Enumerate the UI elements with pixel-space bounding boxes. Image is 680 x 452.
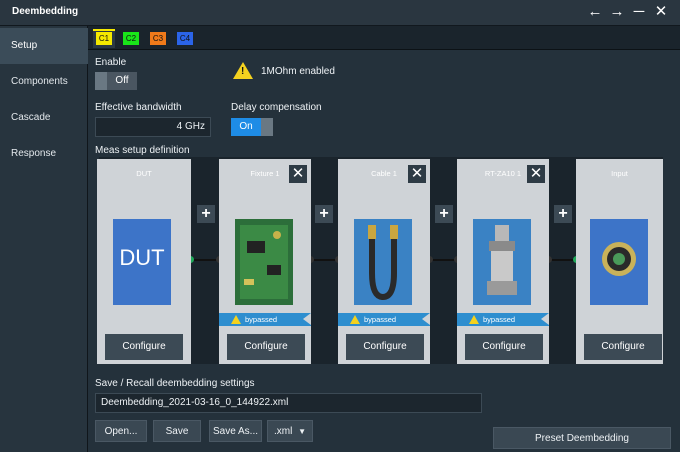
forward-arrow-icon[interactable]: →	[608, 3, 626, 21]
delay-label: Delay compensation	[231, 102, 322, 113]
add-stage-button[interactable]: +	[315, 205, 333, 223]
remove-stage-button[interactable]: ✕	[289, 165, 307, 183]
dut-image-text: DUT	[119, 245, 165, 270]
add-stage-button[interactable]: +	[435, 205, 453, 223]
bypassed-text: bypassed	[364, 315, 397, 324]
tab-c3[interactable]: C3	[147, 29, 169, 48]
bypassed-badge: bypassed	[219, 313, 311, 326]
channel-label: C1	[96, 32, 112, 45]
setup-panel: Enable Off 1MOhm enabled Effective bandw…	[88, 50, 680, 452]
bandwidth-field[interactable]: 4 GHz	[95, 117, 211, 137]
close-icon[interactable]: ✕	[652, 3, 670, 21]
delay-state: On	[239, 121, 253, 132]
stage-dut: DUT DUT Configure	[97, 159, 191, 364]
sidebar-item-setup[interactable]: Setup	[0, 28, 88, 64]
bypassed-badge: bypassed	[338, 313, 430, 326]
tab-c2[interactable]: C2	[120, 29, 142, 48]
remove-stage-button[interactable]: ✕	[408, 165, 426, 183]
tab-c1[interactable]: C1	[93, 29, 115, 48]
sidebar-item-cascade[interactable]: Cascade	[0, 100, 88, 136]
minimize-icon[interactable]: ─	[630, 3, 648, 21]
save-button[interactable]: Save	[153, 420, 201, 442]
remove-stage-button[interactable]: ✕	[527, 165, 545, 183]
chevron-down-icon: ▼	[298, 427, 306, 436]
tab-c4[interactable]: C4	[174, 29, 196, 48]
channel-label: C3	[150, 32, 166, 45]
warning-icon	[233, 62, 253, 79]
add-stage-button[interactable]: +	[554, 205, 572, 223]
stage-adapter: RT-ZA10 1 ✕ bypassed Configure	[457, 159, 549, 364]
enable-label: Enable	[95, 57, 127, 68]
extension-value: .xml	[274, 426, 293, 437]
bnc-adapter-image	[473, 219, 531, 305]
save-recall-label: Save / Recall deembedding settings	[95, 378, 255, 389]
stage-title: Input	[611, 169, 628, 178]
bypassed-badge: bypassed	[457, 313, 549, 326]
meas-setup-label: Meas setup definition	[95, 145, 190, 156]
bandwidth-label: Effective bandwidth	[95, 102, 182, 113]
toggle-knob	[261, 118, 273, 136]
configure-button[interactable]: Configure	[105, 334, 183, 360]
open-button[interactable]: Open...	[95, 420, 147, 442]
delay-toggle[interactable]: On	[231, 118, 273, 136]
configure-button[interactable]: Configure	[227, 334, 305, 360]
channel-label: C4	[177, 32, 193, 45]
save-as-button[interactable]: Save As...	[209, 420, 262, 442]
bypassed-text: bypassed	[483, 315, 516, 324]
add-stage-button[interactable]: +	[197, 205, 215, 223]
scope-input-image	[590, 219, 648, 305]
channel-tabs: C1 C2 C3 C4	[88, 26, 680, 50]
bypassed-text: bypassed	[245, 315, 278, 324]
window-title: Deembedding	[12, 6, 79, 17]
back-arrow-icon[interactable]: ←	[586, 3, 604, 21]
sidebar-item-components[interactable]: Components	[0, 64, 88, 100]
preset-deembedding-button[interactable]: Preset Deembedding	[493, 427, 671, 449]
enable-state: Off	[115, 75, 129, 86]
configure-button[interactable]: Configure	[584, 334, 662, 360]
coax-cable-image	[354, 219, 412, 305]
stage-input: Input Configure	[576, 159, 663, 364]
stage-fixture: Fixture 1 ✕ bypassed Configure	[219, 159, 311, 364]
configure-button[interactable]: Configure	[346, 334, 424, 360]
toggle-knob	[95, 72, 107, 90]
sidebar-item-response[interactable]: Response	[0, 136, 88, 172]
title-bar: Deembedding ← → ─ ✕	[0, 0, 680, 26]
dut-image: DUT	[113, 219, 171, 305]
deembedding-chain: DUT DUT Configure Fixture 1 ✕ bypassed C…	[97, 157, 663, 364]
configure-button[interactable]: Configure	[465, 334, 543, 360]
sidebar: Setup Components Cascade Response	[0, 26, 88, 452]
stage-cable: Cable 1 ✕ bypassed Configure	[338, 159, 430, 364]
channel-label: C2	[123, 32, 139, 45]
stage-title: DUT	[136, 169, 152, 178]
extension-select[interactable]: .xml ▼	[267, 420, 313, 442]
pcb-board-image	[235, 219, 293, 305]
enable-toggle[interactable]: Off	[95, 72, 137, 90]
warning-text: 1MOhm enabled	[261, 66, 335, 77]
filename-field[interactable]: Deembedding_2021-03-16_0_144922.xml	[95, 393, 482, 413]
